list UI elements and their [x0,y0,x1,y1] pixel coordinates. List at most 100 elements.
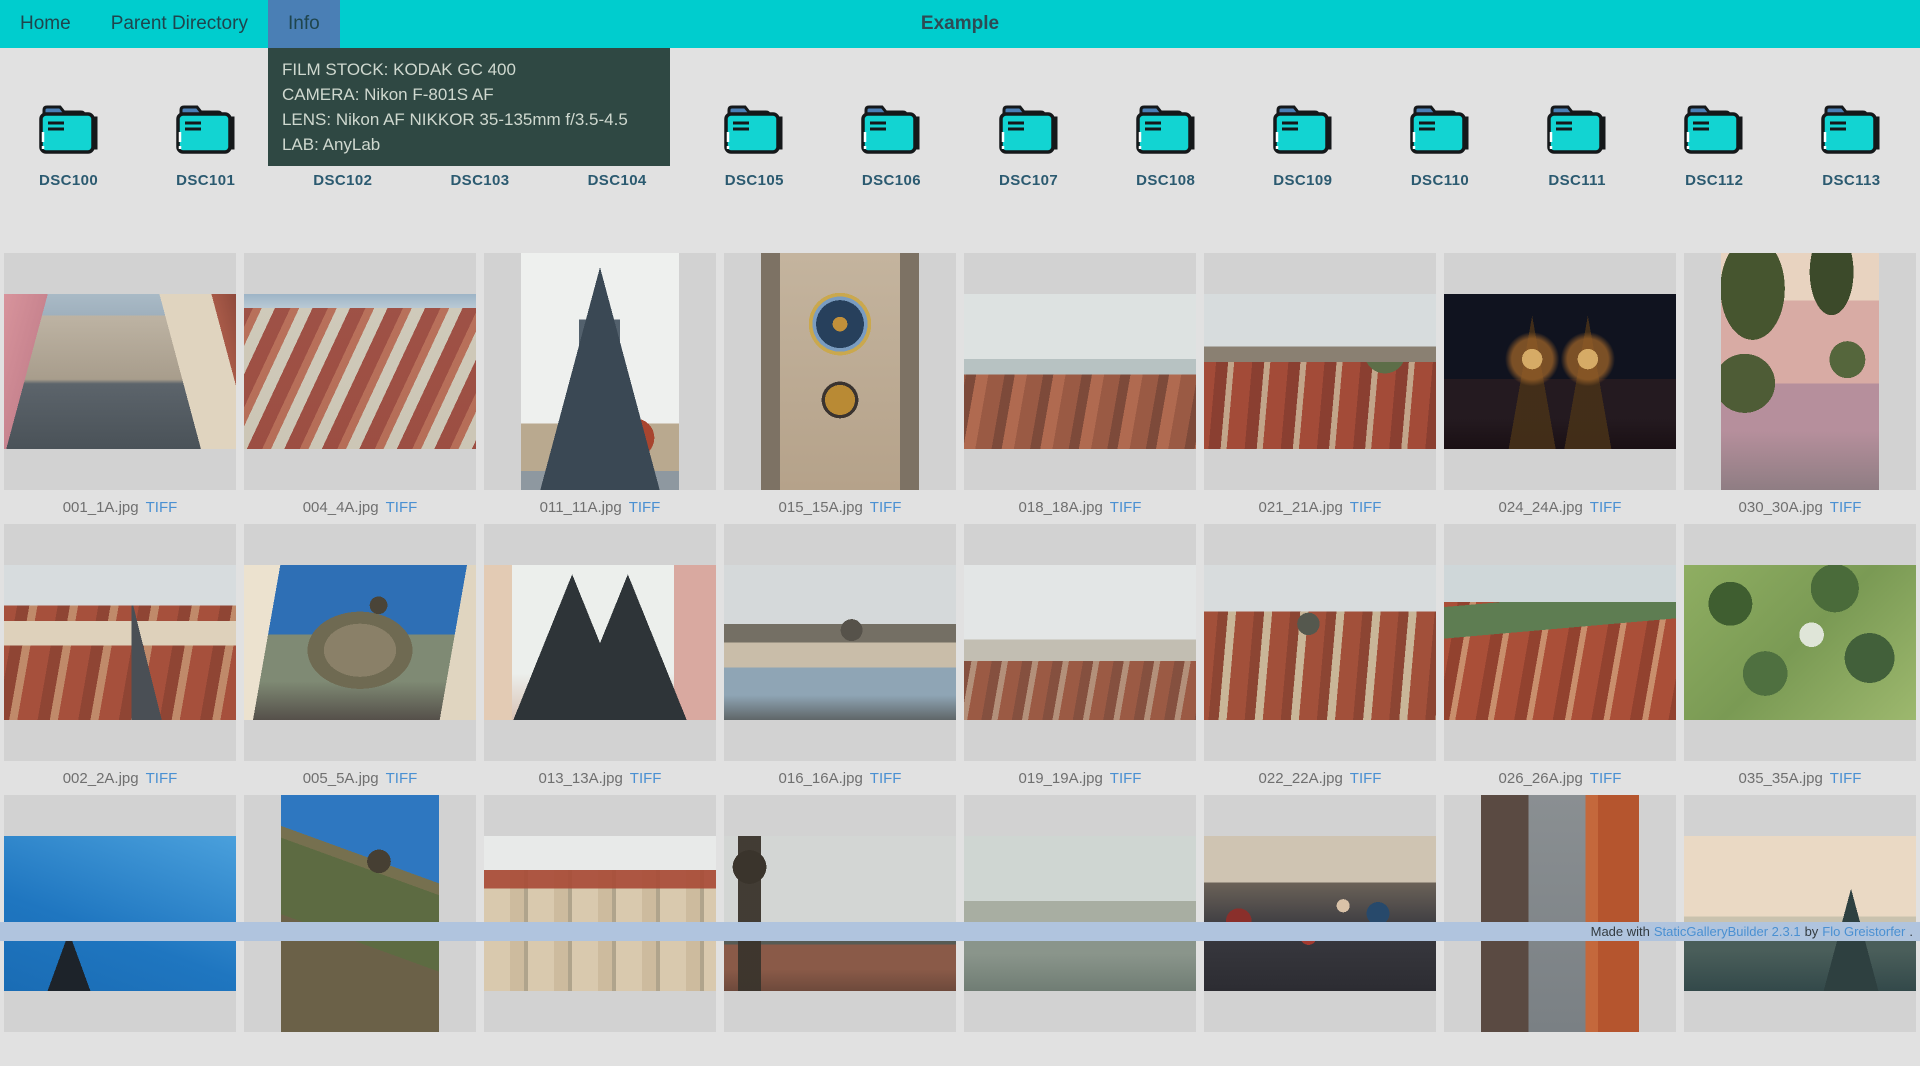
photo-thumbnail[interactable] [484,565,716,720]
top-nav-bar: Home Parent Directory Info FILM STOCK: K… [0,0,1920,48]
photo-filename: 026_26A.jpg [1499,770,1583,787]
folder-icon [1270,100,1336,156]
photo-thumbnail[interactable] [1721,253,1879,490]
tiff-link[interactable]: TIFF [146,499,178,516]
photo-thumbnail[interactable] [1204,836,1436,991]
photo-thumbnail[interactable] [244,294,476,449]
tiff-link[interactable]: TIFF [1830,770,1862,787]
photo-caption: 030_30A.jpg TIFF [1680,490,1920,524]
photo-thumbnail[interactable] [964,294,1196,449]
photo-thumbnail[interactable] [4,565,236,720]
tiff-link[interactable]: TIFF [386,499,418,516]
folder-item[interactable]: DSC112 [1646,48,1783,189]
photo-thumbnail[interactable] [1204,294,1436,449]
photo-filename: 013_13A.jpg [539,770,623,787]
folder-label: DSC112 [1685,172,1743,189]
photo-caption: 026_26A.jpg TIFF [1440,761,1680,795]
tiff-link[interactable]: TIFF [386,770,418,787]
folder-icon [1407,100,1473,156]
folder-icon [721,100,787,156]
photo-thumbnail[interactable] [4,294,236,449]
folder-icon [36,100,102,156]
photo-thumbnail[interactable] [1481,795,1639,1032]
thumbnail-card [1684,253,1916,490]
folder-label: DSC104 [588,172,647,189]
builder-link[interactable]: StaticGalleryBuilder 2.3.1 [1654,924,1801,939]
tiff-link[interactable]: TIFF [630,770,662,787]
folder-label: DSC109 [1273,172,1332,189]
tiff-link[interactable]: TIFF [629,499,661,516]
nav-item-info[interactable]: Info FILM STOCK: KODAK GC 400 CAMERA: Ni… [268,0,340,48]
tiff-link[interactable]: TIFF [1590,770,1622,787]
folder-item[interactable]: DSC105 [686,48,823,189]
photo-thumbnail[interactable] [4,836,236,991]
photo-thumbnail[interactable] [1204,565,1436,720]
folder-icon [996,100,1062,156]
gallery-cell: 015_15A.jpg TIFF [720,253,960,524]
photo-filename: 015_15A.jpg [779,499,863,516]
nav-item-home[interactable]: Home [0,0,91,48]
tiff-link[interactable]: TIFF [1830,499,1862,516]
tiff-link[interactable]: TIFF [1350,499,1382,516]
gallery-cell: 011_11A.jpg TIFF [480,253,720,524]
photo-thumbnail[interactable] [724,565,956,720]
tiff-link[interactable]: TIFF [1110,770,1142,787]
thumbnail-card [964,524,1196,761]
footer-bar: Made with StaticGalleryBuilder 2.3.1 by … [0,922,1920,941]
photo-thumbnail[interactable] [964,836,1196,991]
tooltip-line-film-stock: FILM STOCK: KODAK GC 400 [282,57,656,82]
folder-label: DSC107 [999,172,1058,189]
thumbnail-card [1444,795,1676,1032]
info-tooltip: FILM STOCK: KODAK GC 400 CAMERA: Nikon F… [268,48,670,166]
folder-item[interactable]: DSC111 [1509,48,1646,189]
folder-item[interactable]: DSC100 [0,48,137,189]
tiff-link[interactable]: TIFF [870,499,902,516]
tiff-link[interactable]: TIFF [1590,499,1622,516]
photo-caption: 022_22A.jpg TIFF [1200,761,1440,795]
thumbnail-card [4,524,236,761]
folder-label: DSC110 [1411,172,1469,189]
photo-thumbnail[interactable] [1684,565,1916,720]
author-link[interactable]: Flo Greistorfer [1822,924,1905,939]
photo-caption: 016_16A.jpg TIFF [720,761,960,795]
photo-thumbnail[interactable] [1684,836,1916,991]
photo-thumbnail[interactable] [484,836,716,991]
gallery-grid: 001_1A.jpg TIFF 004_4A.jpg TIFF 011_11A.… [0,253,1920,1066]
thumbnail-card [964,795,1196,1032]
thumbnail-card [724,795,956,1032]
folder-label: DSC106 [862,172,921,189]
photo-filename: 021_21A.jpg [1259,499,1343,516]
photo-caption: 021_21A.jpg TIFF [1200,490,1440,524]
photo-thumbnail[interactable] [244,565,476,720]
photo-thumbnail[interactable] [724,836,956,991]
photo-filename: 016_16A.jpg [779,770,863,787]
thumbnail-card [484,795,716,1032]
photo-filename: 035_35A.jpg [1739,770,1823,787]
gallery-cell: 005_5A.jpg TIFF [240,524,480,795]
photo-thumbnail[interactable] [281,795,439,1032]
tiff-link[interactable]: TIFF [1110,499,1142,516]
tiff-link[interactable]: TIFF [870,770,902,787]
thumbnail-card [4,253,236,490]
folder-item[interactable]: DSC110 [1371,48,1508,189]
nav-item-parent-directory[interactable]: Parent Directory [91,0,268,48]
folder-item[interactable]: DSC108 [1097,48,1234,189]
folder-item[interactable]: DSC113 [1783,48,1920,189]
thumbnail-card [484,524,716,761]
photo-caption: 011_11A.jpg TIFF [480,490,720,524]
photo-thumbnail[interactable] [1444,294,1676,449]
photo-thumbnail[interactable] [521,253,679,490]
folder-item[interactable]: DSC101 [137,48,274,189]
tiff-link[interactable]: TIFF [1350,770,1382,787]
folder-item[interactable]: DSC107 [960,48,1097,189]
photo-thumbnail[interactable] [1444,565,1676,720]
tiff-link[interactable]: TIFF [146,770,178,787]
folder-item[interactable]: DSC106 [823,48,960,189]
photo-thumbnail[interactable] [964,565,1196,720]
photo-thumbnail[interactable] [761,253,919,490]
folder-item[interactable]: DSC109 [1234,48,1371,189]
photo-caption: 024_24A.jpg TIFF [1440,490,1680,524]
photo-filename: 018_18A.jpg [1019,499,1103,516]
thumbnail-card [1684,795,1916,1032]
nav-item-info-label: Info [288,13,320,34]
